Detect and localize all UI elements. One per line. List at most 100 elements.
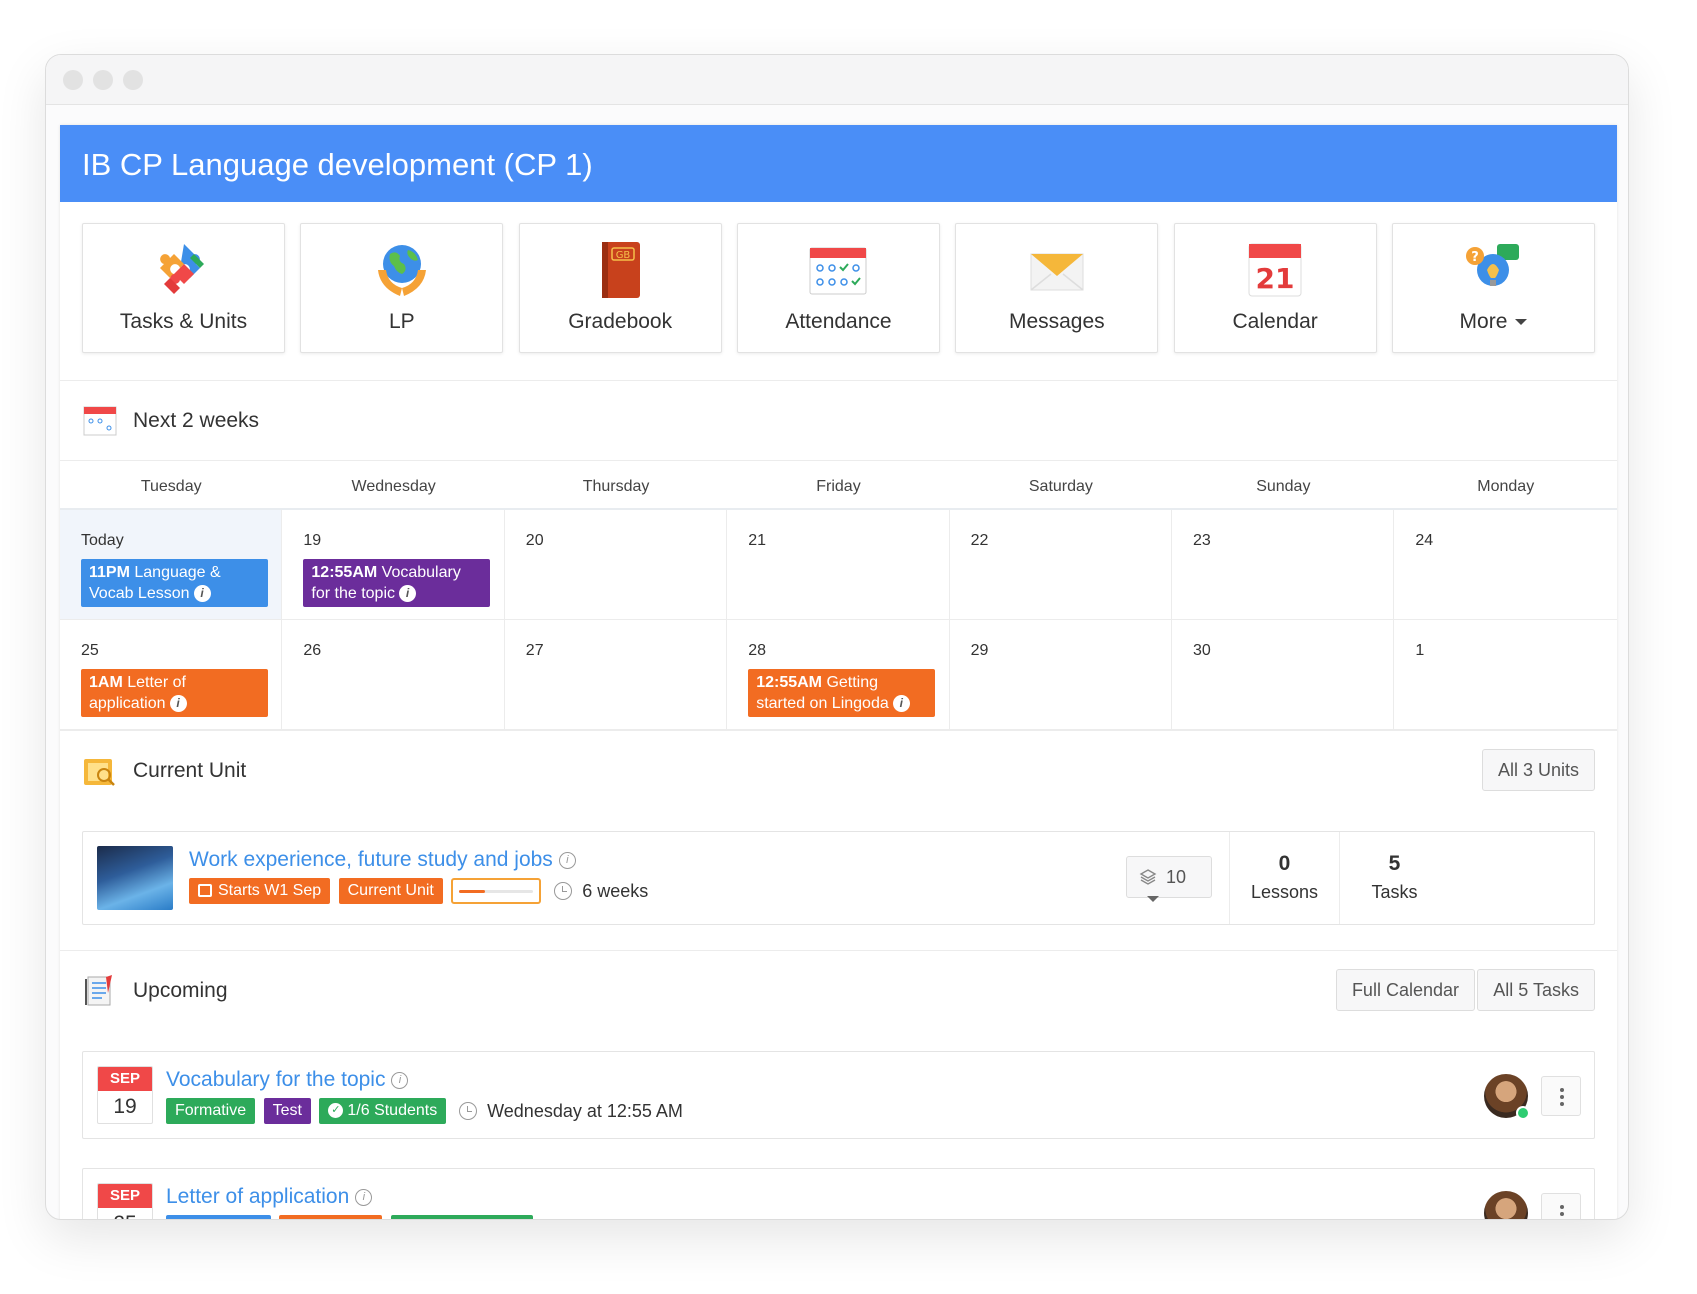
attendance-icon bbox=[809, 247, 867, 295]
lessons-dropdown[interactable]: 10 bbox=[1126, 856, 1212, 903]
tasks-stat[interactable]: 5 Tasks bbox=[1339, 832, 1449, 924]
task-students-tag[interactable]: ✓ 1/6 Students bbox=[319, 1098, 447, 1124]
upcoming-task[interactable]: SEP 25 Letter of applicationi bbox=[82, 1168, 1595, 1219]
calendar-day[interactable]: 22 bbox=[949, 510, 1172, 620]
window-minimize-dot[interactable] bbox=[93, 70, 113, 90]
task-menu-button[interactable] bbox=[1541, 1193, 1581, 1219]
task-category-tag bbox=[279, 1215, 383, 1219]
tile-more[interactable]: ? More bbox=[1391, 223, 1595, 353]
tile-attendance[interactable]: Attendance bbox=[736, 223, 940, 353]
online-status-dot bbox=[1516, 1106, 1530, 1120]
calendar-day[interactable]: 1 bbox=[1394, 620, 1617, 730]
calendar-day[interactable]: 27 bbox=[504, 620, 728, 730]
section-title: Next 2 weeks bbox=[133, 409, 260, 432]
task-day: 25 bbox=[98, 1208, 152, 1219]
calendar-event[interactable]: 11PM Language & Vocab Lesson i bbox=[81, 559, 268, 607]
calendar-day[interactable]: 24 bbox=[1394, 510, 1617, 620]
avatar[interactable] bbox=[1484, 1191, 1528, 1219]
next-two-weeks-header: Next 2 weeks bbox=[60, 380, 1617, 460]
info-icon[interactable]: i bbox=[558, 851, 576, 869]
section-title: Upcoming bbox=[133, 979, 228, 1002]
all-tasks-button[interactable]: All 5 Tasks bbox=[1477, 969, 1595, 1011]
tile-label: Gradebook bbox=[568, 310, 673, 333]
unit-start-tag: Starts W1 Sep bbox=[189, 878, 331, 904]
task-title-link[interactable]: Letter of application i bbox=[166, 1185, 373, 1209]
course-title: IB CP Language development (CP 1) bbox=[60, 125, 1617, 202]
calendar-icon bbox=[198, 884, 212, 897]
calendar-day[interactable]: 21 bbox=[727, 510, 950, 620]
unit-title-link[interactable]: Work experience, future study and jobs i bbox=[189, 848, 576, 872]
info-icon[interactable]: i bbox=[399, 585, 416, 603]
svg-text:21: 21 bbox=[1256, 262, 1295, 295]
task-type-tag bbox=[166, 1215, 271, 1219]
svg-text:GB: GB bbox=[616, 250, 631, 261]
day-number: 24 bbox=[1415, 532, 1434, 549]
full-calendar-button[interactable]: Full Calendar bbox=[1335, 969, 1475, 1011]
current-unit-card[interactable]: Work experience, future study and jobs i … bbox=[82, 831, 1595, 925]
clock-icon bbox=[458, 1102, 477, 1120]
info-icon[interactable]: i bbox=[391, 1071, 409, 1089]
unit-meta-row: Starts W1 Sep Current Unit 6 weeks bbox=[189, 878, 648, 904]
calendar-day[interactable]: 30 bbox=[1172, 620, 1395, 730]
day-number: 25 bbox=[81, 642, 99, 659]
weekday-tuesday: Tuesday bbox=[140, 478, 202, 495]
calendar-day[interactable]: 26 bbox=[282, 620, 505, 730]
all-units-button[interactable]: All 3 Units bbox=[1481, 749, 1595, 791]
tile-label: Tasks & Units bbox=[119, 310, 248, 333]
calendar-day-today[interactable]: Today 11PM Language & Vocab Lesson i bbox=[60, 510, 283, 620]
tile-label: Attendance bbox=[785, 310, 892, 333]
globe-hands-icon bbox=[377, 245, 426, 296]
weekday-wednesday: Wednesday bbox=[351, 478, 436, 495]
upcoming-header: Upcoming Full Calendar All 5 Tasks bbox=[60, 950, 1617, 1030]
envelope-icon bbox=[1030, 253, 1084, 291]
task-title-link[interactable]: Vocabulary for the topic i bbox=[166, 1068, 409, 1092]
window-titlebar bbox=[46, 55, 1628, 105]
tile-gradebook[interactable]: GB Gradebook bbox=[518, 223, 722, 353]
day-number: 29 bbox=[970, 642, 989, 659]
info-icon[interactable]: i bbox=[169, 695, 187, 713]
task-month: SEP bbox=[98, 1184, 152, 1208]
info-icon[interactable]: i bbox=[193, 585, 211, 603]
task-type-tag: Formative bbox=[166, 1098, 256, 1124]
notebook-icon bbox=[85, 975, 112, 1006]
mini-calendar-icon bbox=[83, 406, 117, 436]
tile-calendar[interactable]: 21 Calendar bbox=[1173, 223, 1377, 353]
tile-tasks-units[interactable]: Tasks & Units bbox=[82, 223, 285, 353]
task-due-time: Wednesday at 12:55 AM bbox=[487, 1100, 683, 1121]
day-number: Today bbox=[81, 532, 124, 549]
unit-status-tag: Current Unit bbox=[338, 878, 443, 904]
calendar-event[interactable]: 12:55AM Vocabulary for the topic i bbox=[303, 559, 491, 607]
task-day: 19 bbox=[113, 1095, 137, 1118]
lessons-stat[interactable]: 0 Lessons bbox=[1229, 832, 1339, 924]
weekday-sunday: Sunday bbox=[1256, 478, 1311, 495]
day-number: 21 bbox=[748, 532, 766, 549]
tile-messages[interactable]: Messages bbox=[955, 223, 1159, 353]
window-zoom-dot[interactable] bbox=[123, 70, 143, 90]
unit-duration: 6 weeks bbox=[582, 880, 649, 901]
calendar-event[interactable]: 1AM Letter of application i bbox=[81, 669, 268, 717]
task-menu-button[interactable] bbox=[1541, 1076, 1581, 1116]
tasks-label: Tasks bbox=[1371, 882, 1418, 902]
more-label: More bbox=[1459, 310, 1508, 333]
tile-lp[interactable]: LP bbox=[300, 223, 504, 353]
calendar-day[interactable]: 20 bbox=[504, 510, 728, 620]
tasks-count: 5 bbox=[1388, 852, 1401, 875]
calendar-day[interactable]: 19 12:55AM Vocabulary for the topic i bbox=[282, 510, 505, 620]
course-page: IB CP Language development (CP 1) Tasks … bbox=[60, 125, 1617, 1219]
info-icon[interactable]: i bbox=[355, 1188, 373, 1206]
calendar-day[interactable]: 25 1AM Letter of application i bbox=[60, 620, 283, 730]
calendar-day[interactable]: 23 bbox=[1172, 510, 1395, 620]
task-date: SEP 25 bbox=[97, 1183, 153, 1219]
calendar-day[interactable]: 29 bbox=[949, 620, 1172, 730]
upcoming-task[interactable]: SEP 19 Vocabulary for the topic i Formati… bbox=[82, 1051, 1595, 1139]
window-close-dot[interactable] bbox=[63, 70, 83, 90]
info-icon[interactable]: i bbox=[892, 695, 910, 713]
svg-text:?: ? bbox=[1472, 250, 1480, 265]
weekday-saturday: Saturday bbox=[1028, 478, 1093, 495]
task-meta-row bbox=[166, 1215, 533, 1219]
day-number: 23 bbox=[1193, 532, 1211, 549]
task-students-tag[interactable] bbox=[390, 1215, 533, 1219]
tile-label: More bbox=[1393, 310, 1594, 334]
calendar-event[interactable]: 12:55AM Getting started on Lingoda i bbox=[748, 669, 936, 717]
calendar-day[interactable]: 28 12:55AM Getting started on Lingoda i bbox=[727, 620, 950, 730]
